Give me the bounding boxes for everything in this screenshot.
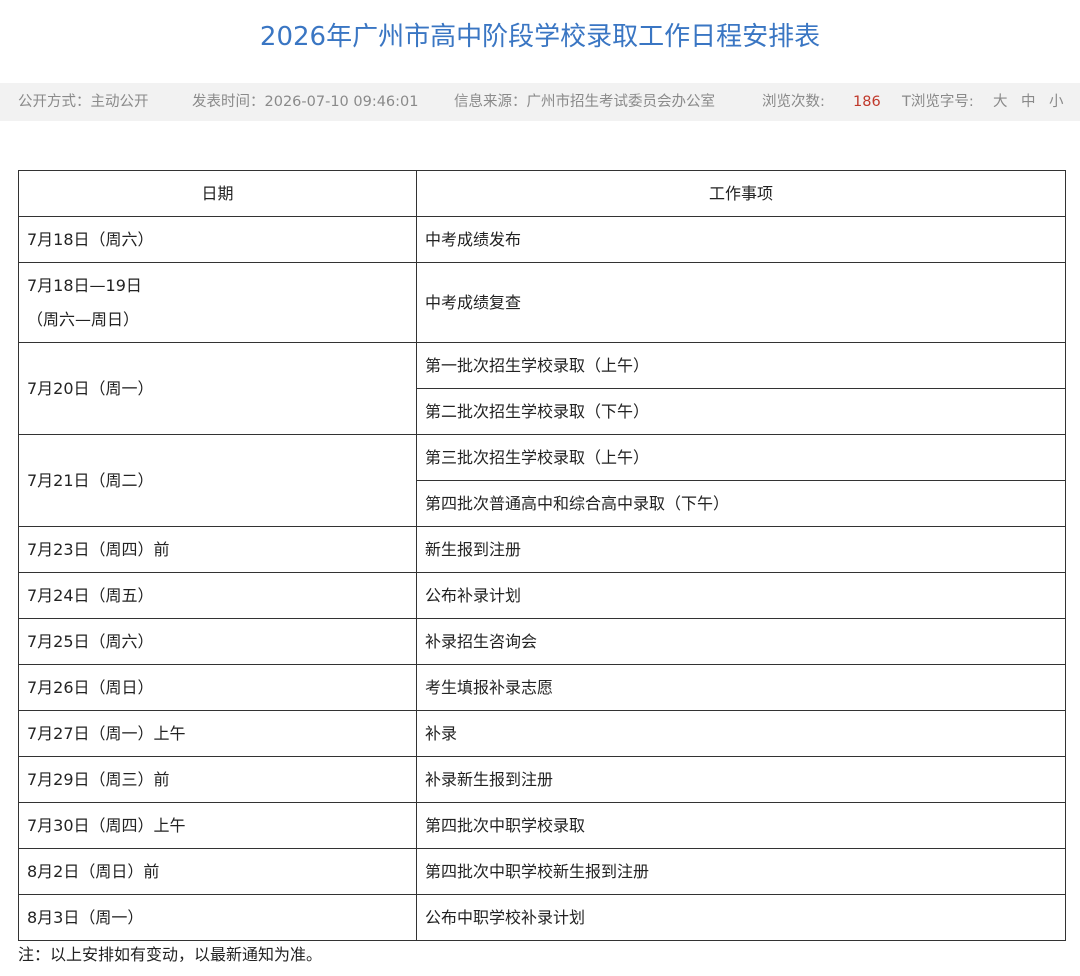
date-cell: 7月30日（周四）上午 xyxy=(18,802,417,849)
task-cell: 补录新生报到注册 xyxy=(416,756,1066,803)
article-meta-bar: 公开方式：主动公开 发表时间：2026-07-10 09:46:01 信息来源：… xyxy=(0,83,1080,121)
task-cell: 新生报到注册 xyxy=(416,526,1066,573)
column-header-task: 工作事项 xyxy=(416,170,1066,217)
task-cell: 补录 xyxy=(416,710,1066,757)
footnote: 注：以上安排如有变动，以最新通知为准。 xyxy=(18,945,323,964)
task-cell: 第四批次中职学校新生报到注册 xyxy=(416,848,1066,895)
table-row: 7月18日（周六） 中考成绩发布 xyxy=(18,216,1066,263)
date-line: 7月18日—19日 xyxy=(27,275,142,295)
date-cell: 7月27日（周一）上午 xyxy=(18,710,417,757)
task-cell: 公布中职学校补录计划 xyxy=(416,894,1066,941)
date-cell: 7月18日（周六） xyxy=(18,216,417,263)
font-size-small-button[interactable]: 小 xyxy=(1049,83,1064,121)
page-title: 2026年广州市高中阶段学校录取工作日程安排表 xyxy=(259,22,821,52)
table-row: 7月23日（周四）前 新生报到注册 xyxy=(18,526,1066,573)
table-row: 7月20日（周一） 第一批次招生学校录取（上午） xyxy=(18,342,1066,435)
date-cell: 7月21日（周二） xyxy=(18,434,417,527)
date-cell: 8月2日（周日）前 xyxy=(18,848,417,895)
task-cell: 公布补录计划 xyxy=(416,572,1066,619)
font-size-medium-button[interactable]: 中 xyxy=(1021,83,1036,121)
date-cell: 7月24日（周五） xyxy=(18,572,417,619)
publish-time: 发表时间：2026-07-10 09:46:01 xyxy=(192,94,419,110)
task-cell: 第三批次招生学校录取（上午） xyxy=(416,434,1066,481)
date-cell: 7月29日（周三）前 xyxy=(18,756,417,803)
task-cell: 第四批次普通高中和综合高中录取（下午） xyxy=(416,480,1066,527)
table-header-row: 日期 工作事项 xyxy=(18,170,1066,217)
date-cell: 7月26日（周日） xyxy=(18,664,417,711)
date-cell: 7月20日（周一） xyxy=(18,342,417,435)
font-size-label: T浏览字号: xyxy=(902,94,974,110)
column-header-date: 日期 xyxy=(18,170,417,217)
table-row: 7月30日（周四）上午 第四批次中职学校录取 xyxy=(18,802,1066,849)
table-row: 7月21日（周二） 第三批次招生学校录取（上午） xyxy=(18,434,1066,527)
task-cell: 第二批次招生学校录取（下午） xyxy=(416,388,1066,435)
table-row: 7月29日（周三）前 补录新生报到注册 xyxy=(18,756,1066,803)
table-row: 7月24日（周五） 公布补录计划 xyxy=(18,572,1066,619)
schedule-table: 日期 工作事项 7月18日（周六） 中考成绩发布 7月18日—19日 （周六—周… xyxy=(18,170,1066,941)
view-count-label: 浏览次数: xyxy=(762,94,825,110)
disclosure-method: 公开方式：主动公开 xyxy=(18,94,149,110)
date-cell: 7月18日—19日 （周六—周日） xyxy=(18,262,417,343)
task-cell: 中考成绩发布 xyxy=(416,216,1066,263)
table-row: 7月18日—19日 （周六—周日） 中考成绩复查 xyxy=(18,262,1066,343)
table-row: 7月27日（周一）上午 补录 xyxy=(18,710,1066,757)
task-cell: 第一批次招生学校录取（上午） xyxy=(416,342,1066,389)
view-count: 186 xyxy=(853,94,881,110)
task-cell: 补录招生咨询会 xyxy=(416,618,1066,665)
date-cell: 7月25日（周六） xyxy=(18,618,417,665)
task-cell: 考生填报补录志愿 xyxy=(416,664,1066,711)
date-cell: 8月3日（周一） xyxy=(18,894,417,941)
table-row: 8月3日（周一） 公布中职学校补录计划 xyxy=(18,894,1066,941)
date-cell: 7月23日（周四）前 xyxy=(18,526,417,573)
font-size-large-button[interactable]: 大 xyxy=(993,83,1008,121)
date-line: （周六—周日） xyxy=(27,309,140,329)
task-cell: 第四批次中职学校录取 xyxy=(416,802,1066,849)
task-cell: 中考成绩复查 xyxy=(416,262,1066,343)
table-row: 8月2日（周日）前 第四批次中职学校新生报到注册 xyxy=(18,848,1066,895)
info-source: 信息来源：广州市招生考试委员会办公室 xyxy=(454,94,715,110)
table-row: 7月26日（周日） 考生填报补录志愿 xyxy=(18,664,1066,711)
table-row: 7月25日（周六） 补录招生咨询会 xyxy=(18,618,1066,665)
